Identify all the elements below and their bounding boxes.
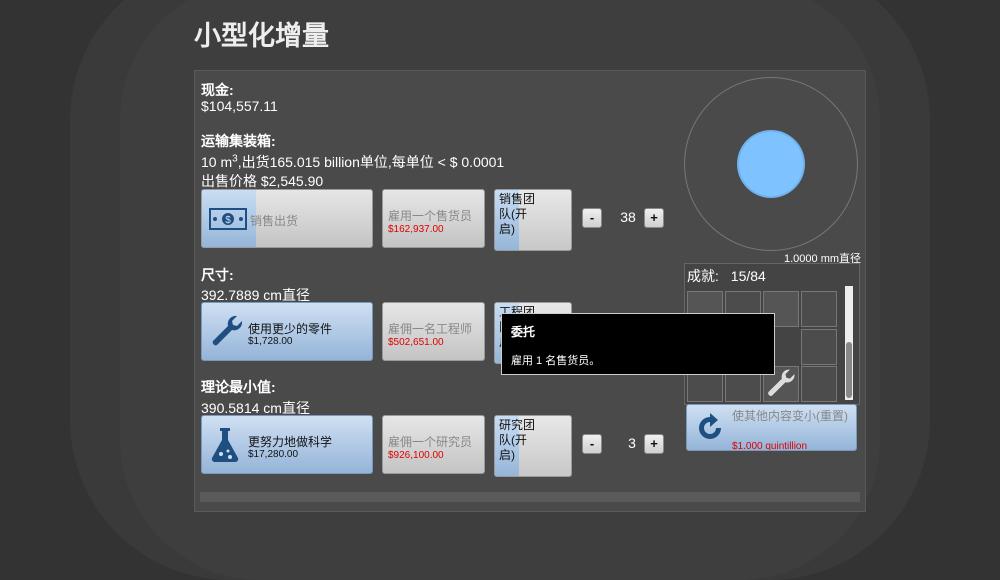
research-team-count: 3: [628, 435, 636, 451]
wrench-icon: [209, 313, 245, 354]
do-science-label: 更努力地做科学: [248, 435, 333, 449]
cash-label: 现金:: [201, 82, 234, 98]
research-team-minus-button[interactable]: -: [582, 434, 602, 454]
sales-team-toggle[interactable]: 销售团队(开启): [494, 189, 572, 251]
product-dot: [739, 132, 803, 196]
hire-salesperson-button[interactable]: 雇用一个售货员 $162,937.00: [382, 189, 485, 248]
hire-salesperson-label: 雇用一个售货员: [388, 209, 473, 223]
sales-team-plus-button[interactable]: +: [644, 208, 664, 228]
tooltip: 委托 雇用 1 名售货员。: [501, 313, 775, 375]
do-science-button[interactable]: 更努力地做科学 $17,280.00: [201, 415, 373, 474]
shipping-detail-text: ,出货165.015 billion单位,每单位 < $ 0.0001: [237, 154, 505, 170]
sales-team-minus-button[interactable]: -: [582, 208, 602, 228]
sales-team-label: 销售团队(开启): [499, 192, 536, 236]
reset-button[interactable]: 使其他内容变小(重置) $1.000 quintillion: [686, 404, 857, 451]
theoretical-min-label: 理论最小值:: [201, 379, 276, 395]
achievements-label: 成就:: [687, 268, 719, 284]
sell-shipment-label: 销售出货: [250, 214, 299, 228]
flask-icon: [209, 426, 241, 467]
reset-label: 使其他内容变小(重置): [732, 409, 848, 423]
use-fewer-parts-label: 使用更少的零件: [248, 322, 333, 336]
shipping-volume: 10 m: [201, 154, 233, 170]
shipping-label: 运输集装箱:: [201, 133, 276, 149]
research-team-label: 研究团队(开启): [499, 418, 536, 462]
hire-engineer-price: $502,651.00: [388, 337, 444, 348]
reset-price: $1.000 quintillion: [732, 441, 808, 451]
hire-engineer-label: 雇佣一名工程师: [388, 322, 473, 336]
achievement-scale-icon[interactable]: [801, 366, 837, 402]
achievement-person-locked-2-icon[interactable]: [801, 329, 837, 365]
hire-researcher-label: 雇佣一个研究员: [388, 435, 473, 449]
sell-shipment-button[interactable]: $ 销售出货: [201, 189, 373, 248]
research-team-toggle[interactable]: 研究团队(开启): [494, 415, 572, 477]
research-team-plus-button[interactable]: +: [644, 434, 664, 454]
hire-researcher-price: $926,100.00: [388, 450, 444, 461]
reset-icon: [695, 413, 725, 446]
sales-team-count: 38: [620, 209, 636, 225]
shipping-detail: 10 m3,出货165.015 billion单位,每单位 < $ 0.0001: [201, 152, 504, 172]
sale-price: 出售价格 $2,545.90: [201, 173, 324, 189]
achievements-progress: 15/84: [730, 268, 766, 284]
achievements-header: 成就: 15/84: [687, 266, 766, 286]
hire-engineer-button[interactable]: 雇佣一名工程师 $502,651.00: [382, 302, 485, 361]
achievements-scrollbar-thumb[interactable]: [846, 342, 852, 398]
money-icon: $: [209, 208, 247, 233]
tooltip-body: 雇用 1 名售货员。: [511, 355, 601, 367]
hire-salesperson-price: $162,937.00: [388, 224, 444, 235]
size-label: 尺寸:: [201, 267, 234, 283]
svg-text:$: $: [225, 215, 231, 226]
use-fewer-parts-button[interactable]: 使用更少的零件 $1,728.00: [201, 302, 373, 361]
hire-researcher-button[interactable]: 雇佣一个研究员 $926,100.00: [382, 415, 485, 474]
cash-value: $104,557.11: [201, 98, 278, 114]
achievements-scrollbar[interactable]: [845, 286, 853, 400]
tooltip-title: 委托: [511, 325, 536, 339]
page-title: 小型化增量: [194, 21, 329, 51]
do-science-price: $17,280.00: [248, 449, 299, 460]
achievement-person-locked-icon[interactable]: [801, 291, 837, 327]
use-fewer-parts-price: $1,728.00: [248, 336, 293, 347]
